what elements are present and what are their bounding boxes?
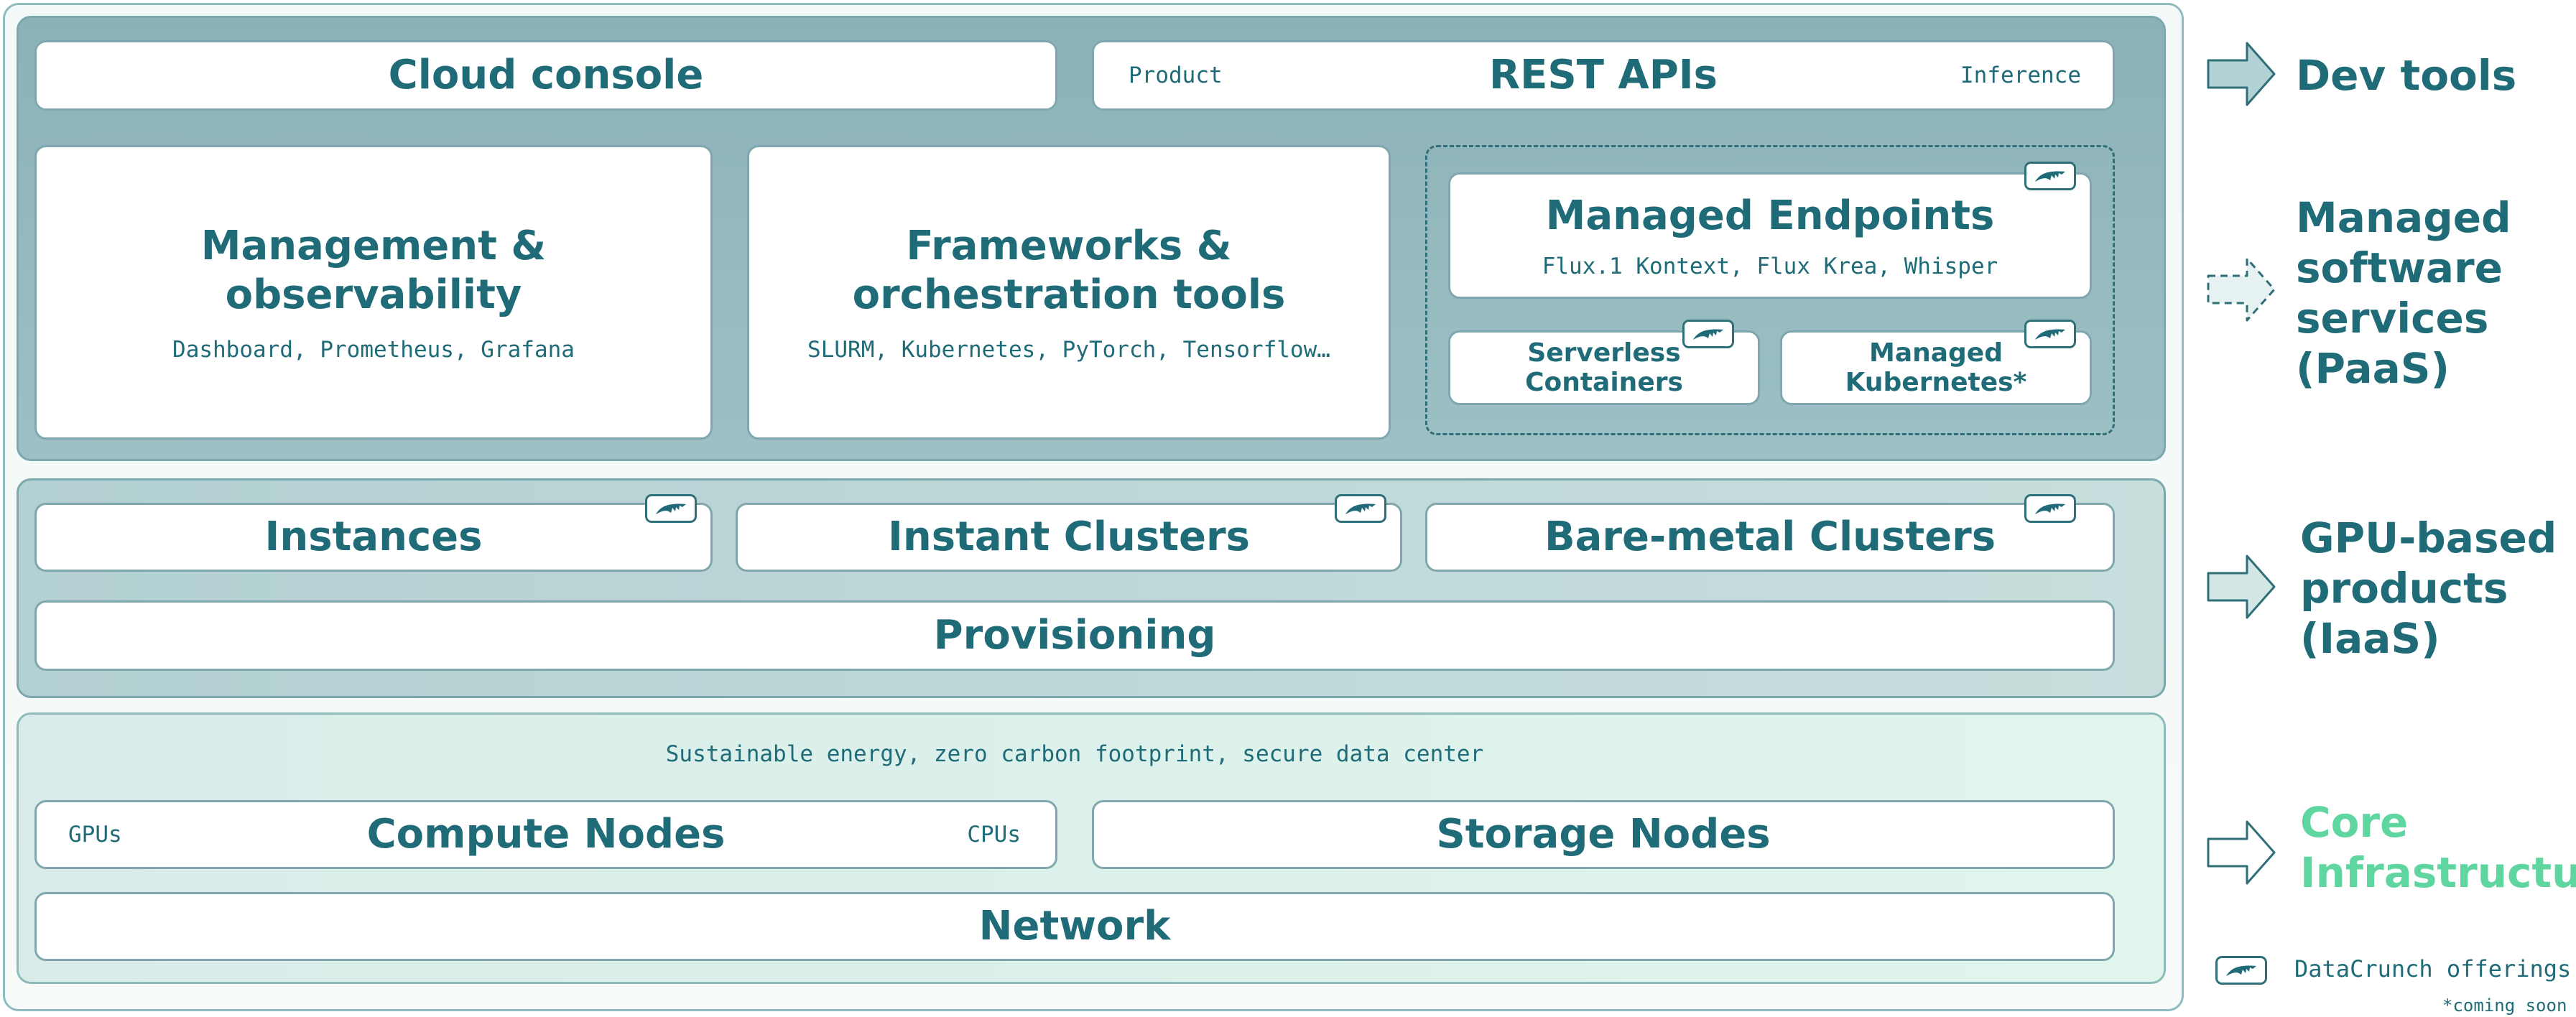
rest-apis-label: REST APIs bbox=[1489, 51, 1718, 98]
compute-nodes-box[interactable]: GPUs Compute Nodes CPUs bbox=[34, 800, 1057, 869]
side-label-paas-line: services bbox=[2296, 294, 2489, 343]
compute-gpus-label: GPUs bbox=[68, 822, 122, 848]
legend-offerings: DataCrunch offerings bbox=[2294, 955, 2572, 983]
managed-endpoints-subtitle: Flux.1 Kontext, Flux Krea, Whisper bbox=[1542, 254, 1998, 280]
datacrunch-logo-icon bbox=[2024, 494, 2076, 523]
side-label-iaas-line: GPU-based bbox=[2300, 514, 2557, 562]
provisioning-label: Provisioning bbox=[933, 611, 1216, 659]
cloud-console-box[interactable]: Cloud console bbox=[34, 40, 1057, 111]
managed-endpoints-box[interactable]: Managed Endpoints Flux.1 Kontext, Flux K… bbox=[1448, 172, 2092, 299]
rest-apis-box[interactable]: Product REST APIs Inference bbox=[1092, 40, 2115, 111]
arrow-core-icon bbox=[2205, 819, 2277, 886]
network-label: Network bbox=[978, 902, 1171, 949]
side-label-dev-tools: Dev tools bbox=[2296, 51, 2517, 100]
side-label-paas-line: (PaaS) bbox=[2296, 344, 2450, 393]
cloud-console-label: Cloud console bbox=[388, 51, 704, 98]
provisioning-box[interactable]: Provisioning bbox=[34, 600, 2115, 671]
side-label-iaas: GPU-based products (IaaS) bbox=[2300, 513, 2557, 664]
datacrunch-logo-icon bbox=[2024, 162, 2076, 190]
bare-metal-clusters-box[interactable]: Bare-metal Clusters bbox=[1425, 503, 2115, 572]
compute-nodes-label: Compute Nodes bbox=[366, 810, 726, 858]
legend-coming-soon: *coming soon bbox=[2442, 995, 2567, 1016]
management-title: Management & observability bbox=[200, 222, 547, 318]
arrow-paas-icon bbox=[2205, 256, 2277, 323]
side-label-iaas-line: (IaaS) bbox=[2300, 614, 2440, 663]
core-banner: Sustainable energy, zero carbon footprin… bbox=[34, 741, 2115, 767]
datacrunch-logo-icon bbox=[1682, 320, 1734, 348]
instances-box[interactable]: Instances bbox=[34, 503, 713, 572]
frameworks-box[interactable]: Frameworks & orchestration tools SLURM, … bbox=[747, 145, 1391, 440]
side-label-iaas-line: products bbox=[2300, 564, 2508, 613]
side-label-core: Core Infrastructure bbox=[2300, 797, 2576, 898]
management-box[interactable]: Management & observability Dashboard, Pr… bbox=[34, 145, 713, 440]
instances-label: Instances bbox=[264, 513, 483, 560]
storage-nodes-box[interactable]: Storage Nodes bbox=[1092, 800, 2115, 869]
managed-endpoints-title: Managed Endpoints bbox=[1545, 192, 1995, 239]
datacrunch-logo-icon bbox=[2024, 320, 2076, 348]
side-label-core-line: Core bbox=[2300, 798, 2409, 847]
instant-clusters-box[interactable]: Instant Clusters bbox=[736, 503, 1402, 572]
network-box[interactable]: Network bbox=[34, 892, 2115, 961]
datacrunch-logo-icon bbox=[645, 494, 697, 523]
arrow-iaas-icon bbox=[2205, 553, 2277, 621]
datacrunch-logo-icon bbox=[2215, 956, 2267, 985]
bare-metal-clusters-label: Bare-metal Clusters bbox=[1544, 513, 1996, 560]
management-subtitle: Dashboard, Prometheus, Grafana bbox=[172, 337, 575, 363]
frameworks-title: Frameworks & orchestration tools bbox=[852, 222, 1286, 318]
instant-clusters-label: Instant Clusters bbox=[888, 513, 1250, 560]
side-label-paas-line: Managed bbox=[2296, 193, 2511, 242]
arrow-dev-tools-icon bbox=[2205, 40, 2277, 108]
frameworks-subtitle: SLURM, Kubernetes, PyTorch, Tensorflow… bbox=[807, 337, 1330, 363]
side-label-paas-line: software bbox=[2296, 243, 2503, 292]
compute-cpus-label: CPUs bbox=[967, 822, 1021, 848]
core-banner-text: Sustainable energy, zero carbon footprin… bbox=[665, 741, 1484, 767]
storage-nodes-label: Storage Nodes bbox=[1436, 810, 1771, 858]
rest-apis-inference-label: Inference bbox=[1960, 62, 2081, 88]
rest-apis-product-label: Product bbox=[1129, 62, 1223, 88]
side-label-core-line: Infrastructure bbox=[2300, 848, 2576, 897]
side-label-paas: Managed software services (PaaS) bbox=[2296, 192, 2511, 394]
datacrunch-logo-icon bbox=[1335, 494, 1386, 523]
